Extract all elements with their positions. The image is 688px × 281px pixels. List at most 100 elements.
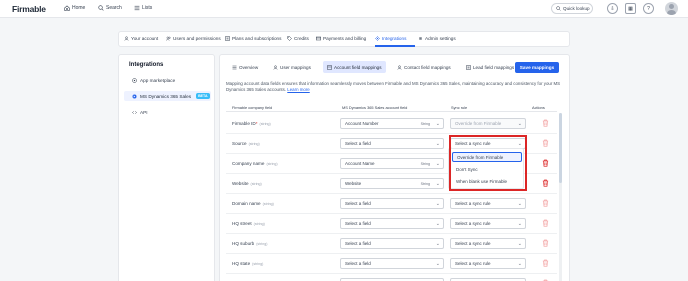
ms-field-select[interactable]: Select a field ⌄ <box>340 218 444 229</box>
chevron-down-icon: ⌄ <box>517 241 522 247</box>
avatar[interactable] <box>665 2 678 15</box>
sidebar-item-ms-dynamics[interactable]: MS Dynamics 365 Sales BETA <box>124 91 211 101</box>
grid-icon[interactable]: ▦ <box>625 3 636 14</box>
table-row: Firmable ID* (string) Account Number String… <box>226 114 557 134</box>
tab-admin-settings[interactable]: Admin settings <box>418 36 456 41</box>
logo-text: Firmable <box>12 4 46 14</box>
sync-rule-select[interactable]: Select a sync rule ⌄ <box>450 258 526 269</box>
tab-label: Users and permissions <box>173 36 221 41</box>
subtab-lead-field-mappings[interactable]: Lead field mappings <box>462 61 518 73</box>
nav-search[interactable]: Search <box>98 5 122 11</box>
ms-field-type: String <box>420 181 430 186</box>
sync-rule-select[interactable]: Select a sync rule ⌄ <box>450 198 526 209</box>
tab-users-permissions[interactable]: Users and permissions <box>166 36 221 41</box>
sync-rule-select[interactable]: Override from Firmable ⌄ <box>450 118 526 129</box>
delete-mapping-button[interactable] <box>542 259 549 268</box>
tab-payments-billing[interactable]: Payments and billing <box>316 36 366 41</box>
table-scrollbar[interactable] <box>559 113 562 281</box>
code-icon <box>132 110 137 114</box>
integrations-icon <box>375 36 380 41</box>
integrations-sidebar: Integrations App marketplace MS Dynamics… <box>118 54 215 281</box>
ms-field-select[interactable]: Account Number String ⌄ <box>340 118 444 129</box>
table-row: Domain name (string) Select a field ⌄ Select… <box>226 194 557 214</box>
sidebar-item-api[interactable]: API <box>124 107 211 117</box>
beta-badge: BETA <box>196 93 210 99</box>
delete-mapping-button[interactable] <box>542 179 549 188</box>
tab-plans-subscriptions[interactable]: Plans and subscriptions <box>225 36 282 41</box>
trash-icon <box>542 199 549 207</box>
sync-rule-select[interactable]: Select a sync rule ⌄ <box>450 218 526 229</box>
delete-mapping-button[interactable] <box>542 199 549 208</box>
tab-integrations[interactable]: Integrations <box>375 36 407 41</box>
sidebar-item-label: API <box>140 109 148 115</box>
nav-lists[interactable]: Lists <box>134 5 152 11</box>
sidebar-item-label: App marketplace <box>140 77 176 83</box>
quick-lookup-button[interactable]: Quick lookup <box>551 3 593 14</box>
trash-icon <box>542 219 549 227</box>
field-type: (string) <box>248 142 260 146</box>
delete-mapping-button[interactable] <box>542 219 549 228</box>
subtab-label: Overview <box>239 64 259 70</box>
firmable-field-name: HQ street (string) <box>232 221 265 226</box>
chevron-down-icon: ⌄ <box>435 261 440 267</box>
help-icon[interactable]: ? <box>643 3 654 14</box>
field-label: Firmable ID <box>232 121 256 126</box>
field-label: HQ state <box>232 261 251 266</box>
ms-field-value: Account Name <box>345 161 375 166</box>
required-marker: * <box>255 121 258 126</box>
ms-field-value: Account Number <box>345 121 379 126</box>
firmable-field-name: Firmable ID* (string) <box>232 121 271 126</box>
delete-mapping-button[interactable] <box>542 139 549 148</box>
tab-credits[interactable]: Credits <box>287 36 309 41</box>
ms-field-value: Select a field <box>345 261 371 266</box>
delete-mapping-button[interactable] <box>542 239 549 248</box>
subtab-label: Account field mappings <box>334 64 382 70</box>
field-label: HQ street <box>232 221 252 226</box>
sync-rule-value: Select a sync rule <box>455 241 491 246</box>
search-icon <box>98 5 104 11</box>
dynamics-icon <box>132 94 137 98</box>
table-row: HQ postcode(string)Select a field⌄Select… <box>226 274 557 281</box>
ms-field-select[interactable]: Website String ⌄ <box>340 178 444 189</box>
search-icon <box>556 6 561 11</box>
field-type: (string) <box>259 122 271 126</box>
table-header: Firmable company field MS Dynamics 365 S… <box>226 103 557 112</box>
ms-field-select[interactable]: Select a field ⌄ <box>340 138 444 149</box>
save-mappings-button[interactable]: Save mappings <box>515 62 559 73</box>
download-icon[interactable]: ⇩ <box>607 3 618 14</box>
scrollbar-thumb[interactable] <box>559 113 562 183</box>
sync-rule-select[interactable]: Select a sync rule ⌄ <box>450 238 526 249</box>
ms-field-select[interactable]: Account Name String ⌄ <box>340 158 444 169</box>
learn-more-link[interactable]: Learn more <box>287 87 309 92</box>
ms-field-select[interactable]: Select a field ⌄ <box>340 238 444 249</box>
chevron-down-icon: ⌄ <box>435 241 440 247</box>
subtab-user-mappings[interactable]: User mappings <box>269 61 315 73</box>
tab-label: Plans and subscriptions <box>232 36 282 41</box>
field-label: HQ suburb <box>232 241 255 246</box>
firmable-logo[interactable]: Firmable <box>12 4 46 14</box>
sidebar-item-app-marketplace[interactable]: App marketplace <box>124 75 211 85</box>
tab-your-account[interactable]: Your account <box>124 36 158 41</box>
nav-home-label: Home <box>72 5 86 11</box>
account-mapping-icon <box>327 64 332 70</box>
subtab-account-field-mappings[interactable]: Account field mappings <box>323 61 386 73</box>
subtab-label: Contact field mappings <box>404 64 451 70</box>
delete-mapping-button[interactable] <box>542 159 549 168</box>
field-label: Company name <box>232 161 265 166</box>
chevron-down-icon: ⌄ <box>435 221 440 227</box>
table-row: HQ street (string) Select a field ⌄ Select a… <box>226 214 557 234</box>
sidebar-title: Integrations <box>129 62 164 68</box>
subtab-overview[interactable]: Overview <box>228 61 262 73</box>
subtab-contact-field-mappings[interactable]: Contact field mappings <box>393 61 455 73</box>
trash-icon <box>542 159 549 167</box>
delete-mapping-button[interactable] <box>542 119 549 128</box>
ms-field-select[interactable]: Select a field ⌄ <box>340 198 444 209</box>
firmable-field-name: HQ state (string) <box>232 261 263 266</box>
ms-field-type: String <box>420 121 430 126</box>
chevron-down-icon: ⌄ <box>435 141 440 147</box>
field-type: (string) <box>256 242 268 246</box>
nav-home[interactable]: Home <box>64 5 85 11</box>
ms-field-value: Website <box>345 181 362 186</box>
plans-icon <box>225 36 230 41</box>
ms-field-select[interactable]: Select a field ⌄ <box>340 258 444 269</box>
